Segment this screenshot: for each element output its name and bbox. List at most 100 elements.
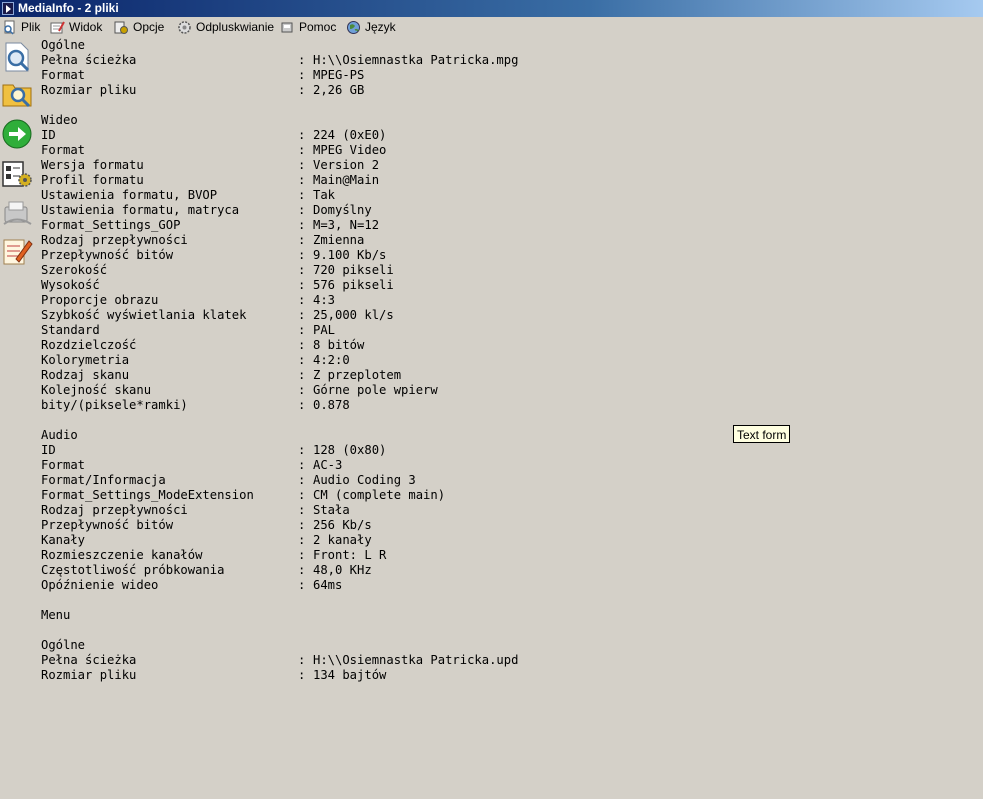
menu-language[interactable]: Język bbox=[346, 17, 396, 38]
menu-bar: Plik Widok Opcje Odpluskwianie Pomoc Jęz… bbox=[0, 17, 983, 38]
video-row: Profil formatu: Main@Main bbox=[41, 173, 379, 188]
field-key: Rozmiar pliku bbox=[41, 668, 137, 682]
field-key: Proporcje obrazu bbox=[41, 293, 159, 307]
field-value: 720 pikseli bbox=[313, 263, 394, 277]
audio-row: Kanały:2 kanały bbox=[41, 533, 372, 548]
video-row: Ustawienia formatu, matryca: Domyślny bbox=[41, 203, 372, 218]
tooltip: Text form bbox=[733, 425, 791, 443]
field-separator: : bbox=[298, 338, 306, 352]
video-row: Ustawienia formatu, BVOP: Tak bbox=[41, 188, 335, 203]
section-title-menu: Menu bbox=[41, 608, 71, 622]
open-file-button[interactable] bbox=[0, 40, 35, 74]
field-key: Rozmiar pliku bbox=[41, 83, 137, 97]
field-value: 4:3 bbox=[313, 293, 336, 307]
open-folder-button[interactable] bbox=[0, 76, 35, 110]
video-row: Szybkość wyświetlania klatek:25,000 kl/s bbox=[41, 308, 394, 323]
field-value: 256 Kb/s bbox=[313, 518, 372, 532]
field-value: Audio Coding 3 bbox=[313, 473, 416, 487]
field-separator: : bbox=[298, 68, 306, 82]
video-row: Kolorymetria:4:2:0 bbox=[41, 353, 350, 368]
video-row: Rozdzielczość:8 bitów bbox=[41, 338, 364, 353]
report-text-area[interactable]: Ogólne Pełna ścieżka: H:\\Osiemnastka Patr… bbox=[41, 38, 518, 683]
field-separator: : bbox=[298, 293, 306, 307]
field-value: CM (complete main) bbox=[313, 488, 446, 502]
audio-row: Format: AC-3 bbox=[41, 458, 342, 473]
section-title-audio: Audio bbox=[41, 428, 78, 442]
menu-view[interactable]: Widok bbox=[50, 17, 102, 38]
field-value: MPEG-PS bbox=[313, 68, 365, 82]
video-row: bity/(piksele*ramki):0.878 bbox=[41, 398, 350, 413]
field-separator: : bbox=[298, 503, 306, 517]
field-key: Format bbox=[41, 143, 86, 157]
window-title: MediaInfo - 2 pliki bbox=[18, 1, 119, 15]
field-key: Przepływność bitów bbox=[41, 248, 174, 262]
field-key: Ustawienia formatu, BVOP bbox=[41, 188, 218, 202]
video-row: Format_Settings_GOP: M=3, N=12 bbox=[41, 218, 379, 233]
field-key: Rozmieszczenie kanałów bbox=[41, 548, 203, 562]
export-button[interactable] bbox=[0, 196, 35, 230]
field-value: Domyślny bbox=[313, 203, 372, 217]
field-key: Rodzaj przepływności bbox=[41, 233, 188, 247]
field-value: Stała bbox=[313, 503, 350, 517]
field-separator: : bbox=[298, 668, 306, 682]
field-value: 576 pikseli bbox=[313, 278, 394, 292]
field-key: Kolejność skanu bbox=[41, 383, 152, 397]
field-separator: : bbox=[298, 248, 306, 262]
field-separator: : bbox=[298, 443, 306, 457]
video-row: Przepływność bitów:9.100 Kb/s bbox=[41, 248, 386, 263]
field-separator: : bbox=[298, 383, 306, 397]
menu-view-label: Widok bbox=[69, 20, 103, 34]
view-sheet-button[interactable] bbox=[0, 157, 35, 191]
field-separator: : bbox=[298, 353, 306, 367]
sidebar-toolbar bbox=[0, 38, 38, 799]
field-separator: : bbox=[298, 128, 306, 142]
help-menu-icon bbox=[281, 22, 293, 33]
field-key: Standard bbox=[41, 323, 100, 337]
field-value: 2,26 GB bbox=[313, 83, 365, 97]
general-2-row: Pełna ścieżka: H:\\Osiemnastka Patricka.u… bbox=[41, 653, 518, 668]
video-row: Wersja formatu: Version 2 bbox=[41, 158, 379, 173]
menu-debug[interactable]: Odpluskwianie bbox=[177, 17, 274, 38]
field-separator: : bbox=[298, 548, 306, 562]
general-row: Rozmiar pliku:2,26 GB bbox=[41, 83, 364, 98]
audio-row: Format/Informacja: Audio Coding 3 bbox=[41, 473, 416, 488]
audio-row: Format_Settings_ModeExtension: CM (comple… bbox=[41, 488, 445, 503]
edit-notes-button[interactable] bbox=[0, 234, 35, 268]
audio-row: Rodzaj przepływności: Stała bbox=[41, 503, 350, 518]
field-value: Main@Main bbox=[313, 173, 380, 187]
field-separator: : bbox=[298, 263, 306, 277]
next-arrow-icon bbox=[2, 119, 32, 149]
menu-file[interactable]: Plik bbox=[2, 17, 40, 38]
field-key: Przepływność bitów bbox=[41, 518, 174, 532]
field-value: 48,0 KHz bbox=[313, 563, 372, 577]
field-separator: : bbox=[298, 473, 306, 487]
video-row: Wysokość:576 pikseli bbox=[41, 278, 394, 293]
video-row: Szerokość:720 pikseli bbox=[41, 263, 394, 278]
app-icon bbox=[2, 2, 14, 15]
menu-help[interactable]: Pomoc bbox=[280, 17, 336, 38]
field-value: 8 bitów bbox=[313, 338, 365, 352]
file-menu-icon bbox=[4, 20, 15, 35]
open-folder-icon bbox=[2, 84, 32, 108]
field-value: 2 kanały bbox=[313, 533, 372, 547]
field-separator: : bbox=[298, 158, 306, 172]
field-separator: : bbox=[298, 518, 306, 532]
edit-notes-icon bbox=[3, 239, 33, 265]
field-separator: : bbox=[298, 578, 306, 592]
next-button[interactable] bbox=[0, 117, 35, 151]
section-title-video: Wideo bbox=[41, 113, 78, 127]
general-row: Pełna ścieżka: H:\\Osiemnastka Patricka.m… bbox=[41, 53, 518, 68]
open-file-icon bbox=[5, 42, 30, 72]
field-separator: : bbox=[298, 398, 306, 412]
field-key: Format/Informacja bbox=[41, 473, 166, 487]
menu-options[interactable]: Opcje bbox=[114, 17, 164, 38]
field-separator: : bbox=[298, 83, 306, 97]
general-row: Format: MPEG-PS bbox=[41, 68, 364, 83]
field-value: H:\\Osiemnastka Patricka.upd bbox=[313, 653, 519, 667]
field-key: Kanały bbox=[41, 533, 86, 547]
field-key: Opóźnienie wideo bbox=[41, 578, 159, 592]
